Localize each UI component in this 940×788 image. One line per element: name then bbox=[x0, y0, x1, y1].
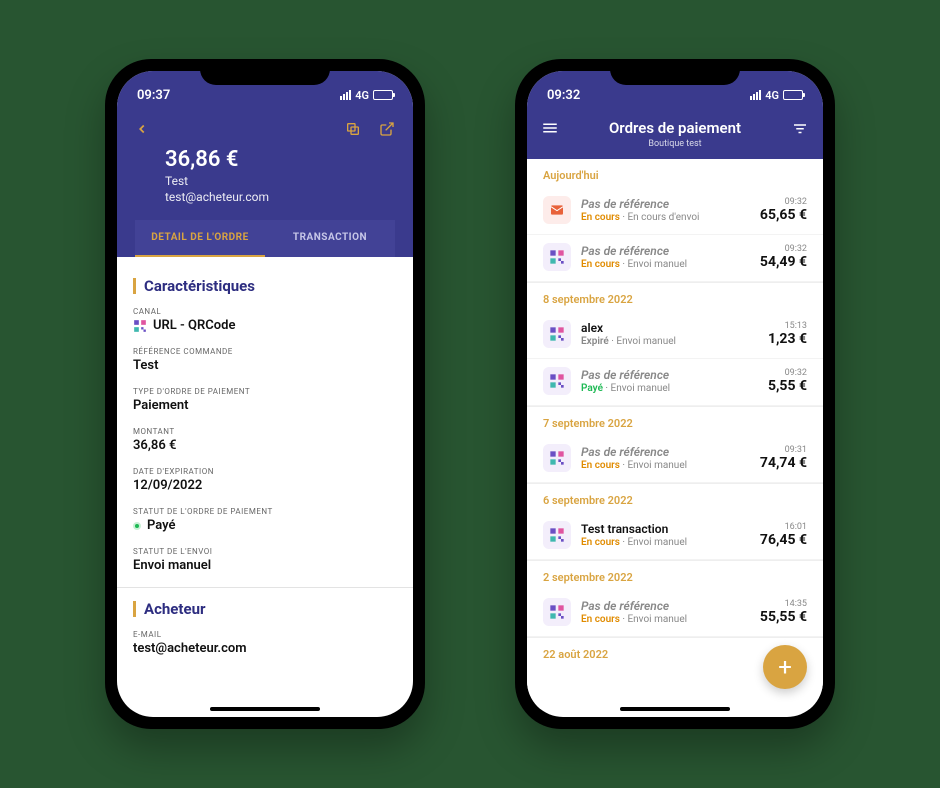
home-indicator[interactable] bbox=[210, 707, 320, 711]
field-envoi: STATUT DE L'ENVOI Envoi manuel bbox=[133, 547, 397, 573]
phone-detail: 09:37 4G 36, bbox=[105, 59, 425, 729]
network-label: 4G bbox=[355, 89, 369, 102]
order-time: 09:32 bbox=[768, 368, 807, 378]
order-time: 15:13 bbox=[768, 321, 807, 331]
date-header: 2 septembre 2022 bbox=[527, 560, 823, 590]
order-status: Expiré · Envoi manuel bbox=[581, 336, 758, 347]
order-reference: Pas de référence bbox=[581, 599, 750, 613]
section-caracteristiques: Caractéristiques bbox=[133, 277, 397, 295]
order-status: En cours · En cours d'envoi bbox=[581, 212, 750, 223]
battery-icon bbox=[783, 90, 803, 100]
order-time: 16:01 bbox=[760, 522, 807, 532]
order-status: En cours · Envoi manuel bbox=[581, 614, 750, 625]
status-right: 4G bbox=[750, 89, 803, 102]
order-reference: alex bbox=[581, 321, 758, 335]
home-indicator[interactable] bbox=[620, 707, 730, 711]
order-row[interactable]: Test transactionEn cours · Envoi manuel 1… bbox=[527, 513, 823, 560]
status-dot-icon bbox=[133, 522, 141, 530]
order-status: En cours · Envoi manuel bbox=[581, 537, 750, 548]
field-expiration: DATE D'EXPIRATION 12/09/2022 bbox=[133, 467, 397, 493]
qr-icon bbox=[543, 243, 571, 271]
page-title: Ordres de paiement bbox=[541, 119, 809, 137]
order-row[interactable]: Pas de référenceEn cours · Envoi manuel 0… bbox=[527, 436, 823, 483]
tab-transaction[interactable]: TRANSACTION bbox=[265, 220, 395, 257]
clock: 09:37 bbox=[137, 88, 170, 103]
order-amount: 74,74 € bbox=[760, 455, 807, 471]
order-list[interactable]: Aujourd'huiPas de référenceEn cours · En… bbox=[527, 159, 823, 709]
clock: 09:32 bbox=[547, 88, 580, 103]
order-reference: Test transaction bbox=[581, 522, 750, 536]
phone-list: 09:32 4G Ordres de paiement Boutique tes… bbox=[515, 59, 835, 729]
mail-icon bbox=[543, 196, 571, 224]
order-amount: 36,86 € bbox=[135, 147, 395, 172]
qr-icon bbox=[543, 521, 571, 549]
order-reference: Pas de référence bbox=[581, 445, 750, 459]
order-amount: 1,23 € bbox=[768, 331, 807, 347]
tabs: DETAIL DE L'ORDRE TRANSACTION bbox=[135, 220, 395, 257]
notch bbox=[610, 59, 740, 85]
date-header: Aujourd'hui bbox=[527, 159, 823, 188]
field-type: TYPE D'ORDRE DE PAIEMENT Paiement bbox=[133, 387, 397, 413]
notch bbox=[200, 59, 330, 85]
field-reference: RÉFÉRENCE COMMANDE Test bbox=[133, 347, 397, 373]
network-label: 4G bbox=[765, 89, 779, 102]
order-reference: Pas de référence bbox=[581, 244, 750, 258]
open-external-button[interactable] bbox=[379, 121, 395, 137]
order-amount: 76,45 € bbox=[760, 532, 807, 548]
field-montant: MONTANT 36,86 € bbox=[133, 427, 397, 453]
order-row[interactable]: Pas de référencePayé · Envoi manuel 09:32… bbox=[527, 359, 823, 406]
order-status: En cours · Envoi manuel bbox=[581, 460, 750, 471]
status-right: 4G bbox=[340, 89, 393, 102]
field-statut: STATUT DE L'ORDRE DE PAIEMENT Payé bbox=[133, 507, 397, 533]
date-header: 7 septembre 2022 bbox=[527, 406, 823, 436]
menu-button[interactable] bbox=[541, 119, 559, 137]
date-header: 6 septembre 2022 bbox=[527, 483, 823, 513]
order-row[interactable]: alexExpiré · Envoi manuel 15:131,23 € bbox=[527, 312, 823, 359]
signal-icon bbox=[750, 90, 761, 100]
back-button[interactable] bbox=[135, 122, 149, 136]
order-reference: Pas de référence bbox=[581, 368, 758, 382]
order-name: Test bbox=[135, 174, 395, 188]
section-acheteur: Acheteur bbox=[133, 600, 397, 618]
order-time: 14:35 bbox=[760, 599, 807, 609]
page-subtitle: Boutique test bbox=[541, 139, 809, 149]
battery-icon bbox=[373, 90, 393, 100]
order-status: En cours · Envoi manuel bbox=[581, 259, 750, 270]
order-amount: 65,65 € bbox=[760, 207, 807, 223]
qr-icon bbox=[543, 444, 571, 472]
order-row[interactable]: Pas de référenceEn cours · Envoi manuel 0… bbox=[527, 235, 823, 282]
order-amount: 55,55 € bbox=[760, 609, 807, 625]
qr-icon bbox=[543, 320, 571, 348]
tab-detail[interactable]: DETAIL DE L'ORDRE bbox=[135, 220, 265, 257]
order-amount: 54,49 € bbox=[760, 254, 807, 270]
filter-button[interactable] bbox=[791, 119, 809, 137]
divider bbox=[117, 587, 413, 588]
qr-icon bbox=[543, 598, 571, 626]
field-email: E-MAIL test@acheteur.com bbox=[133, 630, 397, 656]
qr-icon bbox=[133, 319, 147, 333]
order-email: test@acheteur.com bbox=[135, 190, 395, 204]
order-time: 09:32 bbox=[760, 197, 807, 207]
qr-icon bbox=[543, 367, 571, 395]
order-time: 09:31 bbox=[760, 445, 807, 455]
detail-body[interactable]: Caractéristiques CANAL URL - QRCode RÉFÉ… bbox=[117, 257, 413, 693]
copy-button[interactable] bbox=[345, 121, 361, 137]
field-canal: CANAL URL - QRCode bbox=[133, 307, 397, 333]
signal-icon bbox=[340, 90, 351, 100]
order-row[interactable]: Pas de référenceEn cours · En cours d'en… bbox=[527, 188, 823, 235]
order-status: Payé · Envoi manuel bbox=[581, 383, 758, 394]
order-amount: 5,55 € bbox=[768, 378, 807, 394]
date-header: 8 septembre 2022 bbox=[527, 282, 823, 312]
order-reference: Pas de référence bbox=[581, 197, 750, 211]
add-order-button[interactable]: + bbox=[763, 645, 807, 689]
order-time: 09:32 bbox=[760, 244, 807, 254]
order-row[interactable]: Pas de référenceEn cours · Envoi manuel 1… bbox=[527, 590, 823, 637]
